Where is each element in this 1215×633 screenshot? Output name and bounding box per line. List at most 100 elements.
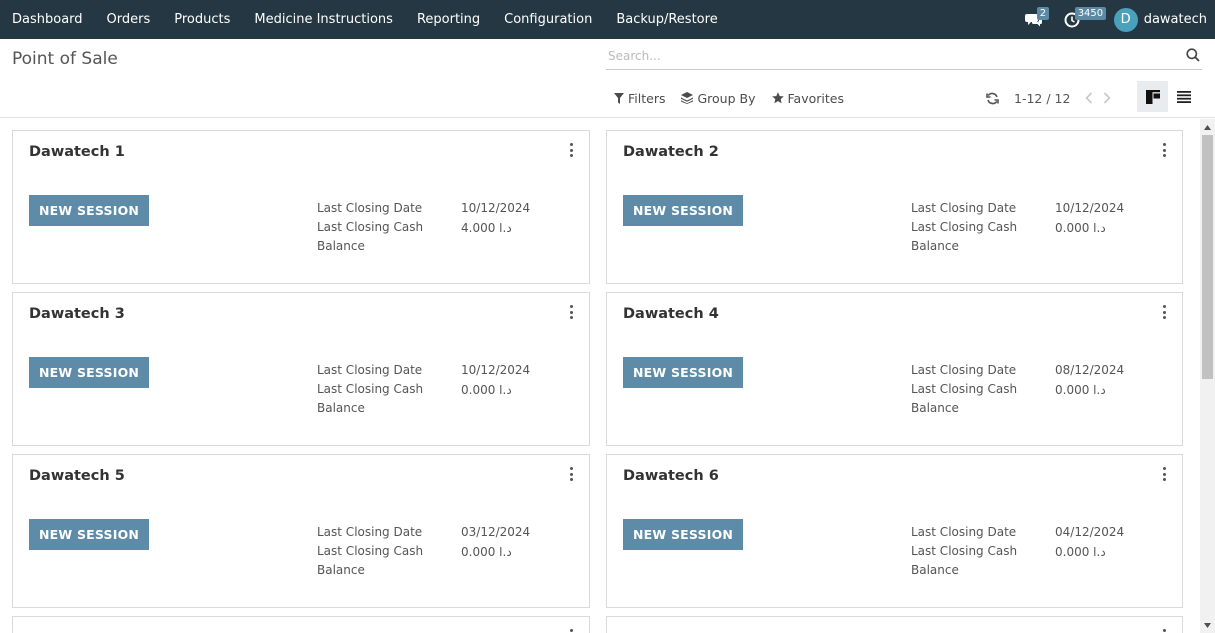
kebab-menu-icon[interactable] (567, 467, 575, 481)
menu-backup-restore[interactable]: Backup/Restore (604, 0, 729, 39)
favorites-label: Favorites (787, 90, 844, 106)
main-menu: Dashboard Orders Products Medicine Instr… (0, 0, 730, 39)
last-closing-cash-label: Last Closing Cash (317, 544, 424, 558)
kebab-menu-icon[interactable] (567, 305, 575, 319)
last-closing-cash-label: Last Closing Cash (911, 382, 1018, 396)
group-by-label: Group By (697, 90, 756, 106)
refresh-icon[interactable] (982, 88, 1002, 108)
closing-info: Last Closing Date 03/12/2024 Last Closing… (317, 522, 530, 580)
closing-info: Last Closing Date 10/12/2024 Last Closing… (317, 360, 530, 418)
filters-button[interactable]: Filters (606, 86, 673, 110)
avatar: D (1113, 7, 1138, 32)
user-menu[interactable]: D dawatech (1113, 7, 1207, 32)
pos-card-partial (12, 616, 590, 633)
pos-name[interactable]: Dawatech 3 (29, 306, 125, 322)
pos-name[interactable]: Dawatech 5 (29, 468, 125, 484)
activities-button[interactable]: 3450 (1054, 0, 1107, 39)
menu-orders[interactable]: Orders (95, 0, 163, 39)
last-closing-date-label: Last Closing Date (911, 201, 1017, 215)
last-closing-date-value: 10/12/2024 (1055, 201, 1125, 215)
last-closing-date-label: Last Closing Date (911, 525, 1017, 539)
pager-previous-icon[interactable] (1080, 88, 1098, 108)
menu-products[interactable]: Products (162, 0, 242, 39)
last-closing-date-label: Last Closing Date (317, 201, 423, 215)
kanban-view: Dawatech 1 NEW SESSION Last Closing Date… (0, 119, 1200, 633)
search-options: Filters Group By Favorites (606, 86, 852, 110)
menu-dashboard[interactable]: Dashboard (0, 0, 95, 39)
vertical-scrollbar[interactable] (1200, 119, 1215, 633)
closing-info: Last Closing Date 10/12/2024 Last Closing… (317, 198, 530, 256)
new-session-button[interactable]: NEW SESSION (623, 195, 744, 226)
favorites-button[interactable]: Favorites (764, 86, 852, 110)
last-closing-cash-label: Last Closing Cash (911, 544, 1018, 558)
kebab-menu-icon[interactable] (1160, 629, 1168, 633)
new-session-button[interactable]: NEW SESSION (623, 357, 744, 388)
kebab-menu-icon[interactable] (567, 143, 575, 157)
systray: 2 3450 D dawatech (1014, 0, 1207, 39)
last-closing-cash-value: 4.000 د.ا (461, 221, 512, 235)
list-view-button[interactable] (1168, 81, 1199, 112)
new-session-button[interactable]: NEW SESSION (29, 519, 150, 550)
last-closing-date-label: Last Closing Date (317, 363, 423, 377)
last-closing-date-label: Last Closing Date (911, 363, 1017, 377)
new-session-button[interactable]: NEW SESSION (623, 519, 744, 550)
page-title: Point of Sale (12, 49, 118, 69)
kanban-icon (1145, 89, 1160, 104)
last-closing-cash-label: Last Closing Cash (317, 220, 424, 234)
last-closing-date-label: Last Closing Date (317, 525, 423, 539)
pos-name[interactable]: Dawatech 1 (29, 144, 125, 160)
filter-icon (614, 92, 624, 104)
last-closing-cash-label-2: Balance (911, 239, 959, 253)
menu-reporting[interactable]: Reporting (405, 0, 492, 39)
menu-configuration[interactable]: Configuration (492, 0, 604, 39)
layers-icon (681, 92, 694, 104)
last-closing-cash-label-2: Balance (317, 239, 365, 253)
kanban-view-button[interactable] (1137, 81, 1168, 112)
messages-count-badge: 2 (1036, 7, 1050, 20)
last-closing-cash-value: 0.000 د.ا (1055, 383, 1106, 397)
view-switcher (1137, 81, 1199, 112)
new-session-button[interactable]: NEW SESSION (29, 357, 150, 388)
kebab-menu-icon[interactable] (567, 629, 575, 633)
pos-name[interactable]: Dawatech 2 (623, 144, 719, 160)
menu-medicine-instructions[interactable]: Medicine Instructions (242, 0, 405, 39)
scrollbar-thumb[interactable] (1202, 135, 1213, 379)
search-input[interactable] (606, 44, 1166, 68)
kebab-menu-icon[interactable] (1160, 143, 1168, 157)
last-closing-date-value: 03/12/2024 (461, 525, 531, 539)
pos-name[interactable]: Dawatech 6 (623, 468, 719, 484)
pager-value[interactable]: 1-12 / 12 (1014, 91, 1070, 106)
last-closing-cash-label-2: Balance (317, 563, 365, 577)
search-icon[interactable] (1186, 48, 1200, 66)
last-closing-cash-label-2: Balance (317, 401, 365, 415)
search-bar (606, 44, 1202, 70)
pos-card: Dawatech 2 NEW SESSION Last Closing Date… (606, 130, 1183, 284)
top-navbar: Dashboard Orders Products Medicine Instr… (0, 0, 1215, 39)
pos-card: Dawatech 3 NEW SESSION Last Closing Date… (12, 292, 590, 446)
last-closing-cash-value: 0.000 د.ا (1055, 545, 1106, 559)
messages-button[interactable]: 2 (1014, 0, 1054, 39)
last-closing-date-value: 10/12/2024 (461, 201, 531, 215)
star-icon (771, 92, 784, 104)
last-closing-cash-label-2: Balance (911, 563, 959, 577)
closing-info: Last Closing Date 10/12/2024 Last Closing… (911, 198, 1124, 256)
pager: 1-12 / 12 (982, 86, 1116, 110)
pos-card-partial (606, 616, 1183, 633)
user-name: dawatech (1143, 12, 1207, 27)
activities-count-badge: 3450 (1074, 7, 1107, 20)
pager-next-icon[interactable] (1098, 88, 1116, 108)
group-by-button[interactable]: Group By (673, 86, 763, 110)
kebab-menu-icon[interactable] (1160, 305, 1168, 319)
last-closing-cash-value: 0.000 د.ا (461, 545, 512, 559)
scroll-up-arrow-icon[interactable] (1203, 122, 1212, 132)
control-panel: Point of Sale Filters Group By Favorites… (0, 39, 1215, 118)
last-closing-cash-label: Last Closing Cash (911, 220, 1018, 234)
pos-card: Dawatech 1 NEW SESSION Last Closing Date… (12, 130, 590, 284)
closing-info: Last Closing Date 04/12/2024 Last Closing… (911, 522, 1124, 580)
new-session-button[interactable]: NEW SESSION (29, 195, 150, 226)
kebab-menu-icon[interactable] (1160, 467, 1168, 481)
closing-info: Last Closing Date 08/12/2024 Last Closing… (911, 360, 1124, 418)
scroll-down-arrow-icon[interactable] (1203, 620, 1212, 630)
pos-name[interactable]: Dawatech 4 (623, 306, 719, 322)
last-closing-cash-label: Last Closing Cash (317, 382, 424, 396)
